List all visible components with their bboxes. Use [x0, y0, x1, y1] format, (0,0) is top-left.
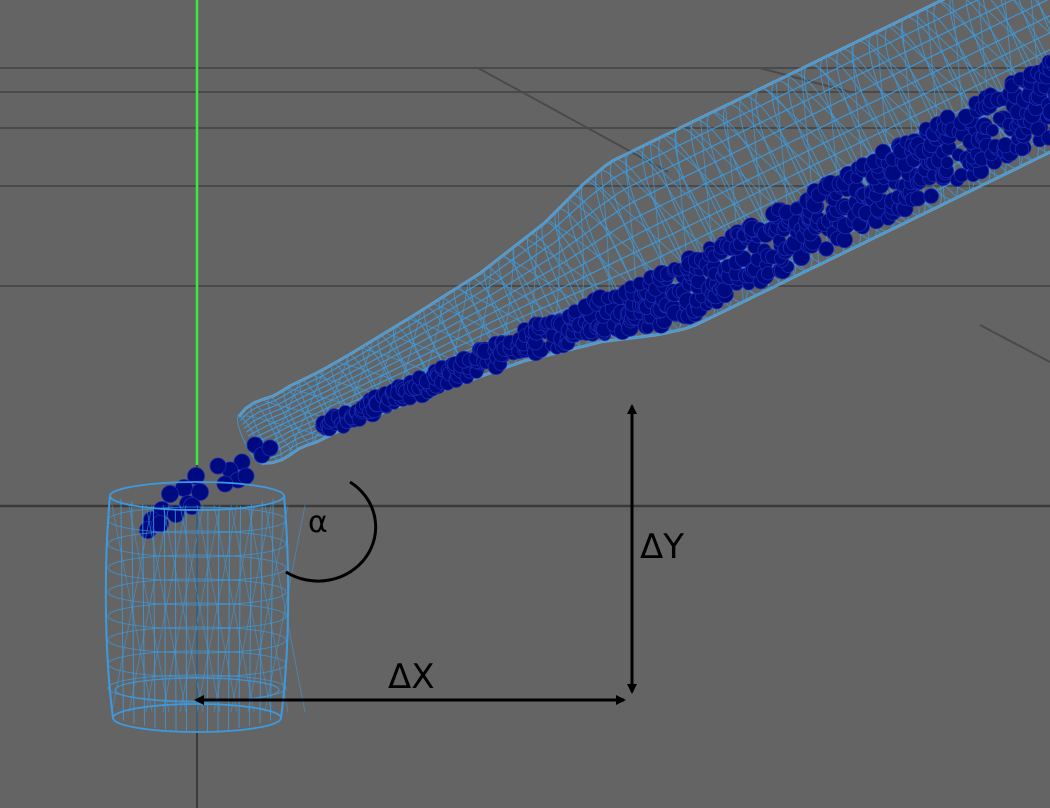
liquid-particle [237, 467, 255, 485]
liquid-particle [161, 485, 179, 503]
glass-wire [174, 508, 177, 731]
liquid-particle [940, 156, 954, 169]
angle-alpha-label: α [308, 505, 328, 540]
liquid-particle [209, 457, 227, 475]
scene-canvas [0, 0, 1050, 808]
delta-x-label: ΔX [388, 657, 435, 697]
liquid-particle [1014, 141, 1030, 157]
liquid-particle [836, 231, 853, 249]
liquid-particle [818, 241, 835, 257]
3d-viewport: α ΔY ΔX [0, 0, 1050, 808]
liquid-particle [909, 190, 926, 207]
liquid-particle [216, 475, 234, 493]
liquid-particle [923, 188, 939, 204]
delta-y-label: ΔY [640, 527, 685, 567]
liquid-particle [261, 439, 279, 457]
liquid-particle [985, 123, 999, 137]
viewport-background [0, 0, 1050, 808]
